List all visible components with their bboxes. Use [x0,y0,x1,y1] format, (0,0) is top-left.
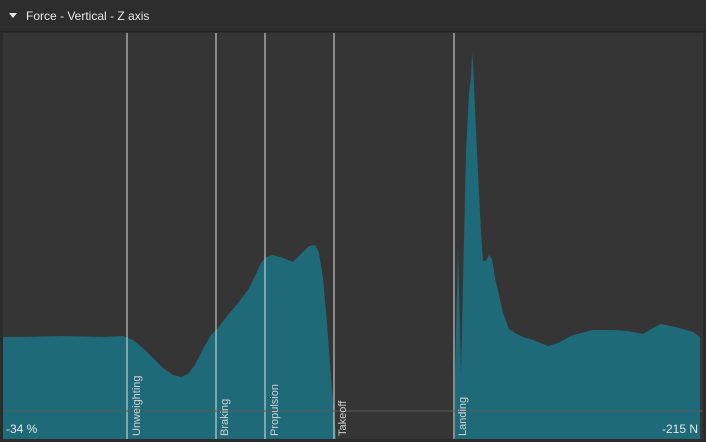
right-readout: -215 N [661,422,698,436]
phase-label-takeoff: Takeoff [337,400,349,436]
collapse-toggle[interactable] [0,0,26,32]
panel-title: Force - Vertical - Z axis [26,8,150,23]
phase-label-braking: Braking [219,399,231,436]
left-readout: -34 % [6,422,38,436]
force-panel: Force - Vertical - Z axis Unweighting Br… [0,0,706,442]
phase-label-unweighting: Unweighting [131,375,143,436]
panel-header: Force - Vertical - Z axis [0,0,706,32]
force-curve [3,53,700,439]
caret-down-icon [9,12,17,18]
phase-label-propulsion: Propulsion [269,384,281,436]
force-plot[interactable]: Unweighting Braking Propulsion Takeoff L… [3,33,703,439]
phase-label-landing: Landing [457,397,469,436]
